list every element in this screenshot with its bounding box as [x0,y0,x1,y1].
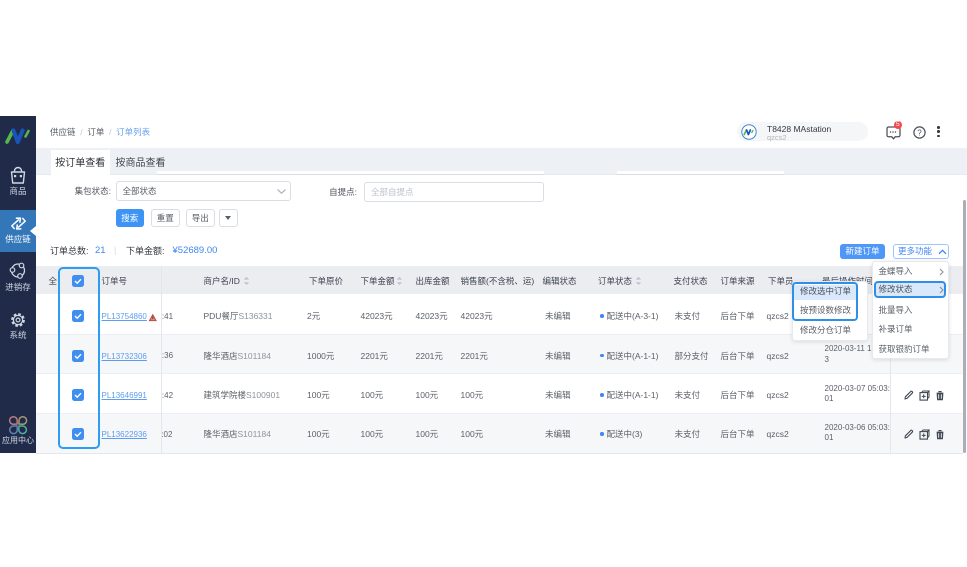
svg-text:?: ? [917,128,922,137]
